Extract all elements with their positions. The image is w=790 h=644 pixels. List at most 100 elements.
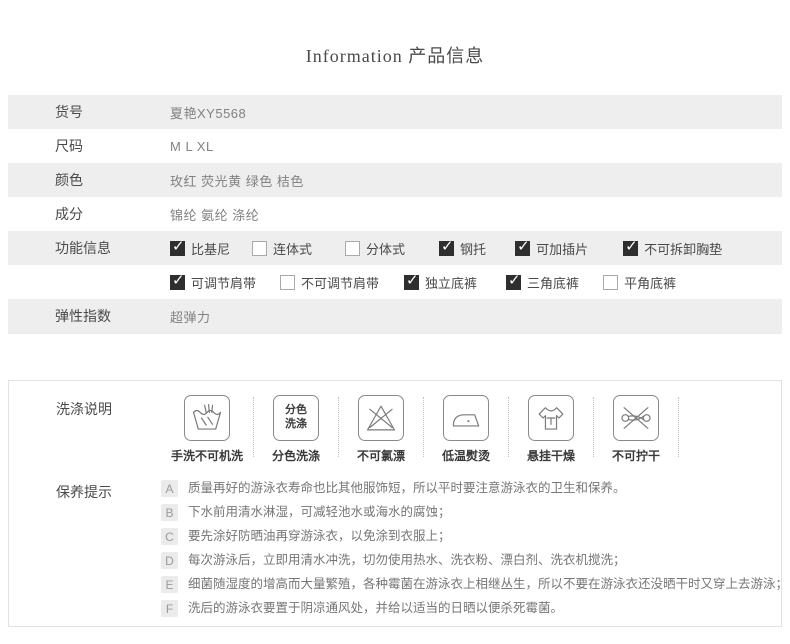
row-features-line2: 可调节肩带 不可调节肩带 独立底裤 三角底裤 平角底裤: [8, 265, 782, 299]
row-value: 玫红 荧光黄 绿色 桔色: [170, 173, 304, 189]
checkbox-label: 平角底裤: [624, 275, 677, 291]
row-value: M L XL: [170, 138, 214, 154]
checkbox-icon: [170, 273, 185, 290]
wash-icon-label: 手洗不可机洗: [171, 449, 244, 463]
row-value: 超弹力: [170, 309, 211, 325]
checkbox-icon: [252, 240, 268, 256]
care-tip-item: C 要先涂好防晒油再穿游泳衣，以免涂到衣服上；: [161, 528, 788, 545]
care-tip-item: B 下水前用清水淋湿，可减轻池水或海水的腐蚀；: [161, 504, 788, 521]
tip-letter-badge: D: [161, 552, 178, 569]
row-value: 夏艳XY5568: [170, 105, 247, 121]
wash-cell-no-wring: 不可拧干: [594, 395, 678, 464]
tip-text: 每次游泳后，立即用清水冲洗，切勿使用热水、洗衣粉、漂白剂、洗衣机搅洗；: [188, 553, 626, 567]
checkbox-label: 比基尼: [191, 241, 231, 257]
row-features-line1: 功能信息 比基尼 连体式 分体式 钢托: [8, 231, 782, 265]
checkbox-icon: [603, 274, 619, 290]
checkbox-label: 不可调节肩带: [301, 275, 380, 291]
row-value: 锦纶 氨纶 涤纶: [170, 207, 260, 223]
row-composition: 成分 锦纶 氨纶 涤纶: [8, 197, 782, 231]
row-label: 尺码: [55, 138, 83, 154]
row-label: 功能信息: [55, 240, 111, 256]
checkbox-label: 三角底裤: [527, 275, 580, 291]
row-elasticity: 弹性指数 超弹力: [8, 299, 782, 333]
tip-text: 细菌随湿度的增高而大量繁殖，各种霉菌在游泳衣上相继丛生，所以不要在游泳衣还没晒干…: [188, 577, 789, 591]
care-tips-section: 保养提示 A 质量再好的游泳衣寿命也比其他服饰短，所以平时要注意游泳衣的卫生和保…: [56, 478, 788, 624]
low-temp-iron-icon: [443, 395, 490, 441]
checkbox-underwire[interactable]: 钢托: [439, 239, 486, 258]
wash-instructions-section: 洗涤说明 手洗不可机洗 分色 洗涤 分色洗涤 不可氯漂 低温熨烫 悬挂干燥 不可…: [56, 395, 771, 464]
checkbox-one-piece[interactable]: 连体式: [252, 239, 312, 258]
wash-icons-row: 手洗不可机洗 分色 洗涤 分色洗涤 不可氯漂 低温熨烫 悬挂干燥 不可拧干: [161, 395, 680, 464]
product-info-table: 货号 夏艳XY5568 尺码 M L XL 颜色 玫红 荧光黄 绿色 桔色 成分…: [8, 95, 782, 334]
checkbox-label: 不可拆卸胸垫: [644, 241, 723, 257]
tip-letter-badge: A: [161, 480, 178, 497]
features-checkbox-line2: 可调节肩带 不可调节肩带 独立底裤 三角底裤 平角底裤: [170, 273, 676, 292]
wash-icon-label: 低温熨烫: [442, 449, 491, 463]
wash-cell-color-separation: 分色 洗涤 分色洗涤: [254, 395, 338, 464]
checkbox-icon: [439, 239, 455, 256]
product-info-page: Information 产品信息 货号 夏艳XY5568 尺码 M L XL 颜…: [0, 0, 790, 644]
tip-text: 洗后的游泳衣要置于阴凉通风处，并给以适当的日晒以便杀死霉菌。: [188, 601, 564, 615]
checkbox-adjustable-strap[interactable]: 可调节肩带: [170, 273, 256, 292]
wash-section-label: 洗涤说明: [56, 401, 112, 417]
checkbox-triangle-bottom[interactable]: 三角底裤: [506, 273, 579, 292]
icon-text-line: 洗涤: [285, 418, 308, 430]
checkbox-bikini[interactable]: 比基尼: [170, 239, 230, 258]
row-label: 货号: [55, 104, 83, 120]
checkbox-non-removable-pad[interactable]: 不可拆卸胸垫: [623, 239, 722, 258]
wash-cell-low-temp-iron: 低温熨烫: [424, 395, 508, 464]
checkbox-label: 独立底裤: [425, 275, 478, 291]
checkbox-icon: [280, 274, 296, 290]
row-label: 弹性指数: [55, 308, 111, 324]
checkbox-icon: [170, 239, 185, 256]
tip-letter-badge: C: [161, 528, 178, 545]
wash-icon-label: 分色洗涤: [272, 449, 321, 463]
row-size: 尺码 M L XL: [8, 129, 782, 163]
row-product-number: 货号 夏艳XY5568: [8, 95, 782, 129]
wash-icon-label: 不可拧干: [612, 449, 661, 463]
checkbox-icon: [506, 273, 522, 290]
tip-letter-badge: B: [161, 504, 178, 521]
hand-wash-icon: [184, 395, 230, 441]
checkbox-label: 分体式: [366, 241, 406, 257]
checkbox-boyshort-bottom[interactable]: 平角底裤: [603, 273, 676, 292]
wash-icon-label: 悬挂干燥: [527, 449, 576, 463]
wash-cell-hang-dry: 悬挂干燥: [509, 395, 593, 464]
icon-text-line: 分色: [285, 404, 308, 417]
no-wring-icon: [613, 395, 660, 441]
tip-letter-badge: E: [161, 576, 178, 593]
checkbox-insertable-pad[interactable]: 可加插片: [515, 239, 588, 258]
wash-cell-hand-wash: 手洗不可机洗: [161, 395, 253, 464]
checkbox-label: 可调节肩带: [191, 275, 257, 291]
hang-dry-icon: [528, 395, 575, 441]
color-separation-wash-icon: 分色 洗涤: [273, 395, 320, 441]
checkbox-icon: [515, 239, 531, 256]
care-tip-item: D 每次游泳后，立即用清水冲洗，切勿使用热水、洗衣粉、漂白剂、洗衣机搅洗；: [161, 552, 788, 569]
checkbox-icon: [623, 239, 639, 256]
checkbox-label: 连体式: [273, 241, 313, 257]
care-tip-item: A 质量再好的游泳衣寿命也比其他服饰短，所以平时要注意游泳衣的卫生和保养。: [161, 480, 788, 497]
checkbox-label: 钢托: [460, 241, 487, 257]
tip-text: 要先涂好防晒油再穿游泳衣，以免涂到衣服上；: [188, 529, 451, 543]
checkbox-two-piece[interactable]: 分体式: [345, 239, 405, 258]
wash-cell-no-bleach: 不可氯漂: [339, 395, 423, 464]
row-color: 颜色 玫红 荧光黄 绿色 桔色: [8, 163, 782, 197]
row-label: 成分: [55, 206, 83, 222]
checkbox-non-adjustable-strap[interactable]: 不可调节肩带: [280, 273, 379, 292]
tip-text: 质量再好的游泳衣寿命也比其他服饰短，所以平时要注意游泳衣的卫生和保养。: [188, 481, 626, 495]
no-bleach-icon: [358, 395, 405, 441]
checkbox-separate-bottom[interactable]: 独立底裤: [404, 273, 477, 292]
checkbox-label: 可加插片: [536, 241, 589, 257]
features-checkbox-line1: 比基尼 连体式 分体式 钢托 可加插片: [170, 239, 722, 258]
tips-section-label: 保养提示: [56, 484, 112, 500]
care-tip-item: F 洗后的游泳衣要置于阴凉通风处，并给以适当的日晒以便杀死霉菌。: [161, 600, 788, 617]
checkbox-icon: [345, 240, 361, 256]
tip-text: 下水前用清水淋湿，可减轻池水或海水的腐蚀；: [188, 505, 451, 519]
page-title: Information 产品信息: [305, 46, 485, 66]
care-tip-item: E 细菌随湿度的增高而大量繁殖，各种霉菌在游泳衣上相继丛生，所以不要在游泳衣还没…: [161, 576, 788, 593]
tip-letter-badge: F: [161, 600, 178, 617]
row-label: 颜色: [55, 172, 83, 188]
wash-icon-label: 不可氯漂: [357, 449, 406, 463]
care-instructions-box: 洗涤说明 手洗不可机洗 分色 洗涤 分色洗涤 不可氯漂 低温熨烫 悬挂干燥 不可…: [8, 380, 788, 627]
checkbox-icon: [404, 273, 420, 290]
